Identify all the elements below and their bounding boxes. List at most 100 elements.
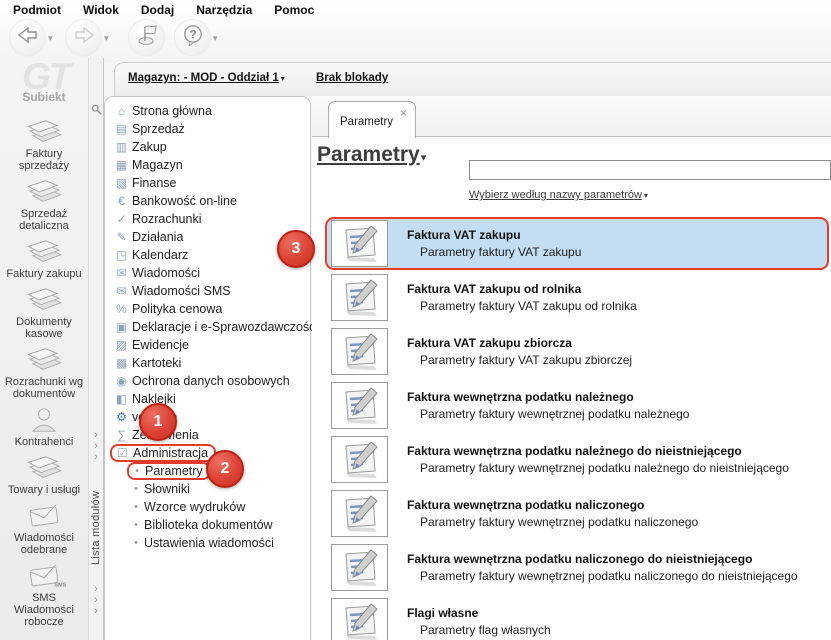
module-faktury-sprzedazy[interactable]: Faktury sprzedaży: [1, 118, 87, 172]
administration-icon: ☑: [117, 446, 128, 460]
menu-narzedzia[interactable]: Narzędzia: [185, 1, 263, 19]
module-dokumenty-kasowe[interactable]: Dokumenty kasowe: [1, 286, 87, 340]
sms-draft-messages-icon: SMS: [22, 562, 66, 590]
doc-pencil-icon: [331, 544, 388, 591]
tree-item-ewidencje[interactable]: ▨ Ewidencje: [105, 336, 310, 354]
tree-item-zestawienia[interactable]: ∑Zestawienia: [105, 426, 310, 444]
tree-subitem-ustawienia-wiadomosci[interactable]: • Ustawienia wiadomości: [105, 534, 310, 552]
tree-item-ochrona-danych[interactable]: ◉ Ochrona danych osobowych: [105, 372, 310, 390]
list-item-faktura-wewnetrzna-naliczonego-nieistniejacego[interactable]: Faktura wewnętrzna podatku naliczonego d…: [328, 543, 829, 592]
purchase-invoices-icon: [22, 238, 66, 266]
doc-pencil-icon: [331, 328, 388, 375]
tree-item-wiadomosci-sms[interactable]: ✉ Wiadomości SMS: [105, 282, 310, 300]
bullet-icon: •: [134, 519, 138, 531]
module-rozrachunki-wg-dokumentow[interactable]: Rozrachunki wg dokumentów: [1, 346, 87, 400]
module-list-strip[interactable]: › › › Lista modułów › › ›: [88, 58, 104, 640]
menu-pomoc[interactable]: Pomoc: [263, 1, 325, 19]
reports-icon: ∑: [117, 428, 126, 442]
svg-text:SMS: SMS: [54, 582, 66, 588]
price-policy-icon: %: [116, 302, 127, 316]
menu-widok[interactable]: Widok: [72, 1, 130, 19]
filter-by-name-link[interactable]: Wybierz według nazwy parametrów ▾: [469, 189, 648, 201]
strip-chevrons-top: › › ›: [94, 429, 98, 463]
personal-data-protection-icon: ◉: [116, 374, 127, 388]
card-files-icon: ▩: [115, 356, 128, 370]
menu-dodaj[interactable]: Dodaj: [130, 1, 185, 19]
list-item-flagi-wlasne[interactable]: Flagi własne Parametry flag własnych: [328, 597, 829, 640]
vendero-gear-icon: ⚙: [116, 410, 127, 424]
lock-status-link[interactable]: Brak blokady: [316, 72, 388, 84]
tree-subitem-biblioteka-dokumentow[interactable]: • Biblioteka dokumentów: [105, 516, 310, 534]
list-item-faktura-vat-zakupu-zbiorcza[interactable]: Faktura VAT zakupu zbiorcza Parametry fak…: [328, 327, 829, 376]
tree-item-finanse[interactable]: ▧ Finanse: [105, 174, 310, 192]
help-button[interactable]: ?: [175, 20, 210, 55]
doc-pencil-icon: [331, 382, 388, 429]
tree-item-wiadomosci[interactable]: ✉ Wiadomości: [105, 264, 310, 282]
tree-item-vendero[interactable]: ⚙vendero: [105, 408, 310, 426]
list-item-faktura-vat-zakupu[interactable]: Faktura VAT zakupu Parametry faktury VAT …: [325, 217, 829, 270]
flag-button[interactable]: [129, 20, 164, 55]
tree-item-magazyn[interactable]: ▦ Magazyn: [105, 156, 310, 174]
tree-item-sprzedaz[interactable]: ▤ Sprzedaż: [105, 120, 310, 138]
list-item-faktura-wewnetrzna-naleznego[interactable]: Faktura wewnętrzna podatku należnego Para…: [328, 381, 829, 430]
warehouse-caret-icon: ▾: [280, 74, 285, 83]
tree-item-rozrachunki[interactable]: ✓ Rozrachunki: [105, 210, 310, 228]
menu-podmiot[interactable]: Podmiot: [2, 1, 72, 19]
window-chrome: Podmiot Widok Dodaj Narzędzia Pomoc ▾ ▾: [0, 0, 831, 62]
tree-item-deklaracje[interactable]: ▣ Deklaracje i e-Sprawozdawczość: [105, 318, 316, 336]
modules-sidebar: GT Subiekt Faktury sprzedaży Sprzedaż de…: [0, 56, 88, 640]
back-dropdown-caret[interactable]: ▾: [48, 33, 53, 44]
labels-icon: ◧: [115, 392, 128, 406]
tree-item-kartoteki[interactable]: ▩ Kartoteki: [105, 354, 310, 372]
retail-sales-icon: [22, 178, 66, 206]
doc-pencil-icon: [331, 220, 388, 267]
module-wiadomosci-odebrane[interactable]: Wiadomości odebrane: [1, 502, 87, 556]
module-towary-i-uslugi[interactable]: Towary i usługi: [8, 454, 80, 496]
filter-caret-icon: ▾: [643, 191, 648, 200]
annotation-badge-2: 2: [206, 450, 244, 488]
tree-item-zakup[interactable]: ▥ Zakup: [105, 138, 310, 156]
module-sprzedaz-detaliczna[interactable]: Sprzedaż detaliczna: [1, 178, 87, 232]
strip-label: Lista modułów: [90, 490, 102, 566]
list-item-faktura-wewnetrzna-naleznego-nieistniejacego[interactable]: Faktura wewnętrzna podatku należnego do …: [328, 435, 829, 484]
forward-arrow-icon: [73, 25, 95, 50]
tree-item-strona-glowna[interactable]: ⌂ Strona główna: [105, 102, 310, 120]
parameter-search-input[interactable]: [469, 160, 831, 180]
back-button[interactable]: [10, 20, 45, 55]
tree-item-bankowosc-on-line[interactable]: € Bankowość on-line: [105, 192, 310, 210]
back-arrow-icon: [17, 25, 39, 50]
declarations-icon: ▣: [115, 320, 128, 334]
tree-item-polityka-cenowa[interactable]: % Polityka cenowa: [105, 300, 310, 318]
annotation-badge-1: 1: [139, 403, 177, 441]
records-icon: ▨: [115, 338, 128, 352]
page-title[interactable]: Parametry▾: [317, 143, 426, 167]
module-kontrahenci[interactable]: Kontrahenci: [15, 406, 73, 448]
warehouse-selector-link[interactable]: Magazyn: - MOD - Oddział 1 ▾: [128, 72, 285, 84]
contractors-person-icon: [22, 406, 66, 434]
tab-parametry[interactable]: Parametry ×: [328, 101, 416, 138]
module-sms-wiadomosci-robocze[interactable]: SMS SMS Wiadomości robocze: [1, 562, 87, 628]
bullet-icon: •: [134, 537, 138, 549]
doc-pencil-icon: [331, 598, 388, 640]
sales-invoices-icon: [22, 118, 66, 146]
context-header: Magazyn: - MOD - Oddział 1 ▾ Brak blokady: [114, 62, 831, 96]
list-item-faktura-vat-zakupu-od-rolnika[interactable]: Faktura VAT zakupu od rolnika Parametry f…: [328, 273, 829, 322]
tree-subitem-slowniki[interactable]: • Słowniki: [105, 480, 310, 498]
parametry-red-outline: • Parametry: [127, 462, 211, 480]
sales-icon: ▤: [115, 122, 128, 136]
tree-item-naklejki[interactable]: ◧ Naklejki: [105, 390, 310, 408]
bullet-icon: •: [134, 483, 138, 495]
module-faktury-zakupu[interactable]: Faktury zakupu: [6, 238, 82, 280]
pin-icon[interactable]: [91, 102, 102, 120]
tree-subitem-wzorce-wydrukow[interactable]: • Wzorce wydruków: [105, 498, 310, 516]
navigation-tree: ⌂ Strona główna ▤ Sprzedaż ▥ Zakup ▦ Magazyn…: [104, 96, 316, 640]
main-content: Parametry × Parametry▾ Wybierz według na…: [312, 96, 831, 640]
list-item-faktura-wewnetrzna-naliczonego[interactable]: Faktura wewnętrzna podatku naliczonego Pa…: [328, 489, 829, 538]
forward-button[interactable]: [66, 20, 101, 55]
home-icon: ⌂: [117, 104, 126, 118]
messages-icon: ✉: [116, 266, 127, 280]
help-dropdown-caret[interactable]: ▾: [213, 33, 218, 44]
doc-pencil-icon: [331, 436, 388, 483]
forward-dropdown-caret[interactable]: ▾: [104, 33, 109, 44]
tab-close-icon[interactable]: ×: [400, 106, 407, 120]
